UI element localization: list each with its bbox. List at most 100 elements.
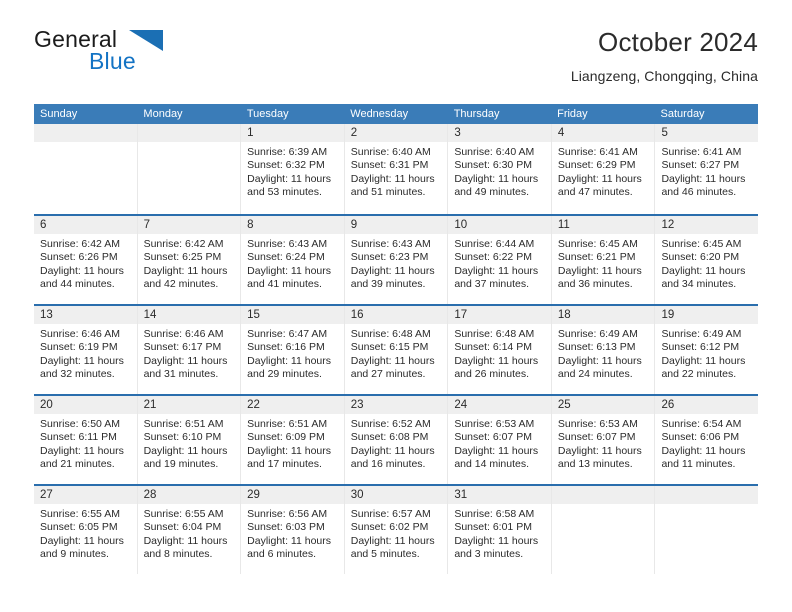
day-cell[interactable]: 22 Sunrise: 6:51 AM Sunset: 6:09 PM Dayligh…	[241, 396, 345, 484]
daylight-text-line2: and 32 minutes.	[40, 368, 115, 381]
day-cell-empty	[655, 486, 759, 574]
day-cell[interactable]: 18 Sunrise: 6:49 AM Sunset: 6:13 PM Dayligh…	[551, 306, 656, 394]
day-details: Sunrise: 6:57 AM Sunset: 6:02 PM Daylight:…	[345, 504, 448, 562]
weekday-header-tuesday: Tuesday	[246, 108, 289, 120]
sunset-text: Sunset: 6:07 PM	[454, 431, 532, 444]
weekday-header-friday: Friday	[557, 108, 588, 120]
sunset-text: Sunset: 6:30 PM	[454, 159, 532, 172]
day-number: 14	[137, 306, 241, 324]
day-cell[interactable]: 30 Sunrise: 6:57 AM Sunset: 6:02 PM Dayligh…	[344, 486, 449, 574]
daylight-text-line1: Daylight: 11 hours	[454, 264, 539, 277]
day-cell[interactable]: 29 Sunrise: 6:56 AM Sunset: 6:03 PM Dayligh…	[241, 486, 345, 574]
day-number: 23	[344, 396, 448, 414]
sunset-text: Sunset: 6:20 PM	[661, 251, 740, 264]
day-details: Sunrise: 6:48 AM Sunset: 6:14 PM Daylight:…	[448, 324, 551, 382]
daylight-text-line1: Daylight: 11 hours	[143, 354, 228, 367]
day-cell[interactable]: 27 Sunrise: 6:55 AM Sunset: 6:05 PM Dayligh…	[34, 486, 138, 574]
day-number: 28	[137, 486, 241, 504]
day-cell[interactable]: 6 Sunrise: 6:42 AM Sunset: 6:26 PM Daylight…	[34, 216, 138, 304]
day-cell[interactable]: 23 Sunrise: 6:52 AM Sunset: 6:08 PM Dayligh…	[344, 396, 449, 484]
day-number	[34, 124, 137, 142]
day-cell[interactable]: 1 Sunrise: 6:39 AM Sunset: 6:32 PM Daylight…	[241, 124, 345, 214]
day-cell[interactable]: 5 Sunrise: 6:41 AM Sunset: 6:27 PM Daylight…	[655, 124, 759, 214]
day-number: 20	[34, 396, 137, 414]
daylight-text-line2: and 46 minutes.	[661, 186, 737, 199]
day-number: 16	[344, 306, 448, 324]
day-details: Sunrise: 6:47 AM Sunset: 6:16 PM Daylight:…	[241, 324, 344, 382]
sunrise-text: Sunrise: 6:51 AM	[247, 418, 328, 430]
daylight-text-line1: Daylight: 11 hours	[661, 444, 746, 457]
sunrise-text: Sunrise: 6:40 AM	[350, 146, 431, 158]
day-number: 18	[551, 306, 655, 324]
weekday-header-saturday: Saturday	[660, 108, 705, 120]
sunset-text: Sunset: 6:10 PM	[143, 431, 222, 444]
sunrise-text: Sunrise: 6:55 AM	[143, 508, 224, 520]
sunrise-text: Sunrise: 6:40 AM	[454, 146, 535, 158]
day-details: Sunrise: 6:55 AM Sunset: 6:04 PM Daylight:…	[138, 504, 241, 562]
sunrise-text: Sunrise: 6:53 AM	[454, 418, 535, 430]
daylight-text-line2: and 29 minutes.	[247, 368, 322, 381]
daylight-text-line1: Daylight: 11 hours	[40, 264, 124, 277]
day-details: Sunrise: 6:49 AM Sunset: 6:12 PM Daylight:…	[655, 324, 758, 382]
daylight-text-line2: and 49 minutes.	[454, 186, 530, 199]
day-details	[552, 504, 655, 508]
daylight-text-line1: Daylight: 11 hours	[350, 172, 435, 185]
day-cell[interactable]: 24 Sunrise: 6:53 AM Sunset: 6:07 PM Dayligh…	[448, 396, 552, 484]
day-number: 25	[551, 396, 655, 414]
day-cell[interactable]: 10 Sunrise: 6:44 AM Sunset: 6:22 PM Dayligh…	[448, 216, 552, 304]
day-cell[interactable]: 31 Sunrise: 6:58 AM Sunset: 6:01 PM Dayligh…	[448, 486, 552, 574]
daylight-text-line1: Daylight: 11 hours	[350, 264, 435, 277]
sunset-text: Sunset: 6:17 PM	[143, 341, 222, 354]
daylight-text-line2: and 16 minutes.	[350, 458, 426, 471]
day-cell[interactable]: 7 Sunrise: 6:42 AM Sunset: 6:25 PM Daylight…	[137, 216, 242, 304]
daylight-text-line1: Daylight: 11 hours	[350, 354, 435, 367]
day-number: 6	[34, 216, 137, 234]
day-cell[interactable]: 3 Sunrise: 6:40 AM Sunset: 6:30 PM Daylight…	[448, 124, 552, 214]
day-cell[interactable]: 21 Sunrise: 6:51 AM Sunset: 6:10 PM Dayligh…	[137, 396, 242, 484]
daylight-text-line1: Daylight: 11 hours	[350, 534, 435, 547]
day-cell[interactable]: 13 Sunrise: 6:46 AM Sunset: 6:19 PM Dayligh…	[34, 306, 138, 394]
day-number: 27	[34, 486, 137, 504]
daylight-text-line2: and 26 minutes.	[454, 368, 530, 381]
day-cell[interactable]: 25 Sunrise: 6:53 AM Sunset: 6:07 PM Dayligh…	[551, 396, 656, 484]
sunset-text: Sunset: 6:08 PM	[350, 431, 429, 444]
day-cell[interactable]: 15 Sunrise: 6:47 AM Sunset: 6:16 PM Dayligh…	[241, 306, 345, 394]
sunset-text: Sunset: 6:19 PM	[40, 341, 118, 354]
day-cell[interactable]: 17 Sunrise: 6:48 AM Sunset: 6:14 PM Dayligh…	[448, 306, 552, 394]
day-details	[655, 504, 758, 508]
sunset-text: Sunset: 6:04 PM	[143, 521, 222, 534]
daylight-text-line1: Daylight: 11 hours	[661, 354, 746, 367]
day-cell[interactable]: 11 Sunrise: 6:45 AM Sunset: 6:21 PM Dayligh…	[551, 216, 656, 304]
day-cell[interactable]: 9 Sunrise: 6:43 AM Sunset: 6:23 PM Daylight…	[344, 216, 449, 304]
day-cell[interactable]: 14 Sunrise: 6:46 AM Sunset: 6:17 PM Dayligh…	[137, 306, 242, 394]
daylight-text-line2: and 51 minutes.	[350, 186, 426, 199]
brand-logo[interactable]: General Blue	[34, 26, 234, 84]
day-cell[interactable]: 16 Sunrise: 6:48 AM Sunset: 6:15 PM Dayligh…	[344, 306, 449, 394]
day-details: Sunrise: 6:45 AM Sunset: 6:20 PM Daylight:…	[655, 234, 758, 292]
daylight-text-line2: and 6 minutes.	[247, 548, 317, 561]
calendar-week-row: 20 Sunrise: 6:50 AM Sunset: 6:11 PM Dayligh…	[34, 394, 759, 484]
day-details: Sunrise: 6:46 AM Sunset: 6:17 PM Daylight:…	[138, 324, 241, 382]
day-cell[interactable]: 20 Sunrise: 6:50 AM Sunset: 6:11 PM Dayligh…	[34, 396, 138, 484]
day-details: Sunrise: 6:52 AM Sunset: 6:08 PM Daylight:…	[345, 414, 448, 472]
sunrise-text: Sunrise: 6:58 AM	[454, 508, 535, 520]
day-details: Sunrise: 6:51 AM Sunset: 6:09 PM Daylight:…	[241, 414, 344, 472]
calendar-week-row: 27 Sunrise: 6:55 AM Sunset: 6:05 PM Dayligh…	[34, 484, 759, 574]
sunrise-text: Sunrise: 6:42 AM	[143, 238, 224, 250]
day-cell[interactable]: 19 Sunrise: 6:49 AM Sunset: 6:12 PM Dayligh…	[655, 306, 759, 394]
day-cell[interactable]: 12 Sunrise: 6:45 AM Sunset: 6:20 PM Dayligh…	[655, 216, 759, 304]
day-cell[interactable]: 4 Sunrise: 6:41 AM Sunset: 6:29 PM Daylight…	[551, 124, 656, 214]
day-details: Sunrise: 6:39 AM Sunset: 6:32 PM Daylight:…	[241, 142, 344, 200]
day-cell[interactable]: 28 Sunrise: 6:55 AM Sunset: 6:04 PM Dayligh…	[137, 486, 242, 574]
day-number: 26	[655, 396, 759, 414]
day-cell[interactable]: 26 Sunrise: 6:54 AM Sunset: 6:06 PM Dayligh…	[655, 396, 759, 484]
daylight-text-line2: and 5 minutes.	[350, 548, 420, 561]
day-number	[137, 124, 241, 142]
day-cell[interactable]: 2 Sunrise: 6:40 AM Sunset: 6:31 PM Daylight…	[344, 124, 449, 214]
day-cell[interactable]: 8 Sunrise: 6:43 AM Sunset: 6:24 PM Daylight…	[241, 216, 345, 304]
sunset-text: Sunset: 6:25 PM	[143, 251, 222, 264]
day-number: 13	[34, 306, 137, 324]
day-number: 29	[241, 486, 344, 504]
sunrise-text: Sunrise: 6:53 AM	[557, 418, 638, 430]
sunset-text: Sunset: 6:21 PM	[557, 251, 636, 264]
